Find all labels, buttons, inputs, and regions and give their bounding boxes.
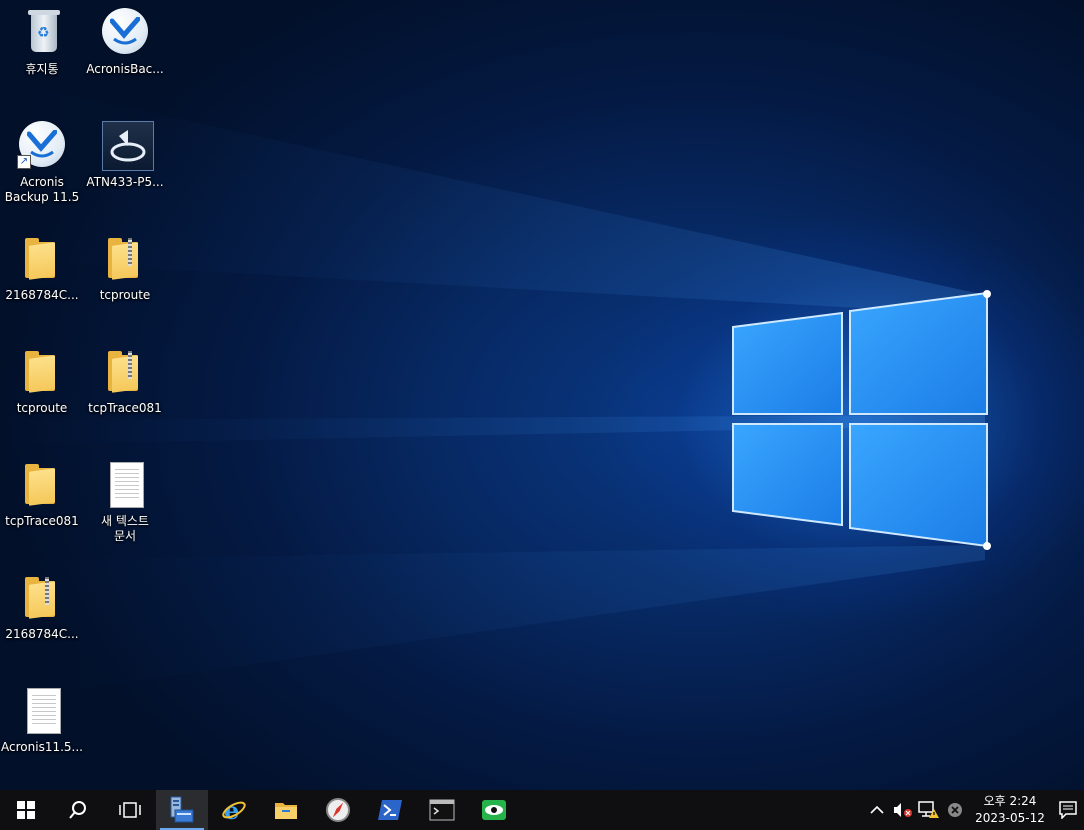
compass-app-button[interactable] xyxy=(312,790,364,830)
atn-installer-desktop-icon[interactable]: ATN433-P5... xyxy=(83,117,167,217)
command-prompt-button[interactable] xyxy=(416,790,468,830)
start-button[interactable] xyxy=(0,790,52,830)
volume-muted-icon xyxy=(894,803,912,817)
desktop-icon-label: ATN433-P5... xyxy=(86,175,164,189)
clock-time: 오후 2:24 xyxy=(983,794,1037,808)
desktop-icon-label: 2168784C... xyxy=(5,288,79,302)
folder-icon xyxy=(19,347,65,397)
installer-icon xyxy=(102,121,154,171)
text-document-icon xyxy=(27,688,61,734)
zip-folder-desktop-icon[interactable]: tcproute xyxy=(83,230,167,330)
search-button[interactable] xyxy=(52,790,104,830)
status-button[interactable] xyxy=(942,790,968,830)
taskbar-clock[interactable]: 오후 2:24 2023-05-12 xyxy=(968,793,1052,827)
folder-icon xyxy=(275,803,297,819)
desktop-icon-label: AcronisBac... xyxy=(86,62,164,76)
folder-icon xyxy=(19,460,65,510)
acronis-backup-shortcut-desktop-icon[interactable]: ↗ Acronis Backup 11.5 xyxy=(0,117,84,217)
clock-date: 2023-05-12 xyxy=(975,811,1045,825)
windows-logo-icon xyxy=(17,801,35,819)
folder-desktop-icon[interactable]: tcproute xyxy=(0,343,84,443)
task-view-icon xyxy=(119,802,141,818)
server-manager-button[interactable] xyxy=(156,790,208,830)
zip-folder-icon xyxy=(102,234,148,284)
desktop-icon-label: tcproute xyxy=(16,401,68,415)
desktop-icon-label: tcpTrace081 xyxy=(88,401,162,415)
compass-icon xyxy=(326,798,350,822)
network-warning-icon xyxy=(918,801,939,818)
text-document-desktop-icon[interactable]: Acronis11.5... xyxy=(0,682,84,782)
system-tray: 오후 2:24 2023-05-12 xyxy=(864,790,1084,830)
desktop-icon-label: 휴지통 xyxy=(25,62,59,76)
zip-folder-icon xyxy=(102,347,148,397)
remote-viewer-button[interactable] xyxy=(468,790,520,830)
task-view-button[interactable] xyxy=(104,790,156,830)
desktop-icon-label: 새 텍스트 문서 xyxy=(101,514,149,543)
acronis-backup-desktop-icon[interactable]: AcronisBac... xyxy=(83,4,167,104)
show-hidden-icons-button[interactable] xyxy=(864,790,890,830)
cmd-icon xyxy=(429,799,455,821)
server-manager-icon xyxy=(170,796,194,823)
recycle-bin-desktop-icon[interactable]: 휴지통 xyxy=(0,4,84,104)
powershell-icon xyxy=(378,800,402,820)
file-explorer-button[interactable] xyxy=(260,790,312,830)
chevron-up-icon xyxy=(870,805,884,814)
desktop-icon-label: tcpTrace081 xyxy=(5,514,79,528)
taskbar: e 오후 2:24 2023-05-12 xyxy=(0,790,1084,830)
zip-folder-desktop-icon[interactable]: 2168784C... xyxy=(0,569,84,669)
notification-icon xyxy=(1059,801,1077,819)
close-circle-icon xyxy=(948,803,962,817)
internet-explorer-icon: e xyxy=(222,797,246,823)
internet-explorer-button[interactable]: e xyxy=(208,790,260,830)
folder-desktop-icon[interactable]: tcpTrace081 xyxy=(0,456,84,556)
acronis-icon xyxy=(102,8,148,54)
text-document-icon xyxy=(110,462,144,508)
volume-button[interactable] xyxy=(890,790,916,830)
action-center-button[interactable] xyxy=(1052,790,1084,830)
recycle-bin-icon xyxy=(28,10,60,52)
desktop-icon-label: Acronis Backup 11.5 xyxy=(4,175,80,204)
eye-icon xyxy=(482,800,506,820)
network-button[interactable] xyxy=(916,790,942,830)
zip-folder-desktop-icon[interactable]: tcpTrace081 xyxy=(83,343,167,443)
desktop-icon-label: 2168784C... xyxy=(5,627,79,641)
folder-icon xyxy=(19,234,65,284)
shortcut-arrow-icon: ↗ xyxy=(17,155,31,169)
powershell-button[interactable] xyxy=(364,790,416,830)
folder-desktop-icon[interactable]: 2168784C... xyxy=(0,230,84,330)
zip-folder-icon xyxy=(19,573,65,623)
desktop-icon-label: Acronis11.5... xyxy=(1,740,83,754)
text-document-desktop-icon[interactable]: 새 텍스트 문서 xyxy=(83,456,167,556)
search-icon xyxy=(69,801,86,819)
desktop-icon-label: tcproute xyxy=(99,288,151,302)
